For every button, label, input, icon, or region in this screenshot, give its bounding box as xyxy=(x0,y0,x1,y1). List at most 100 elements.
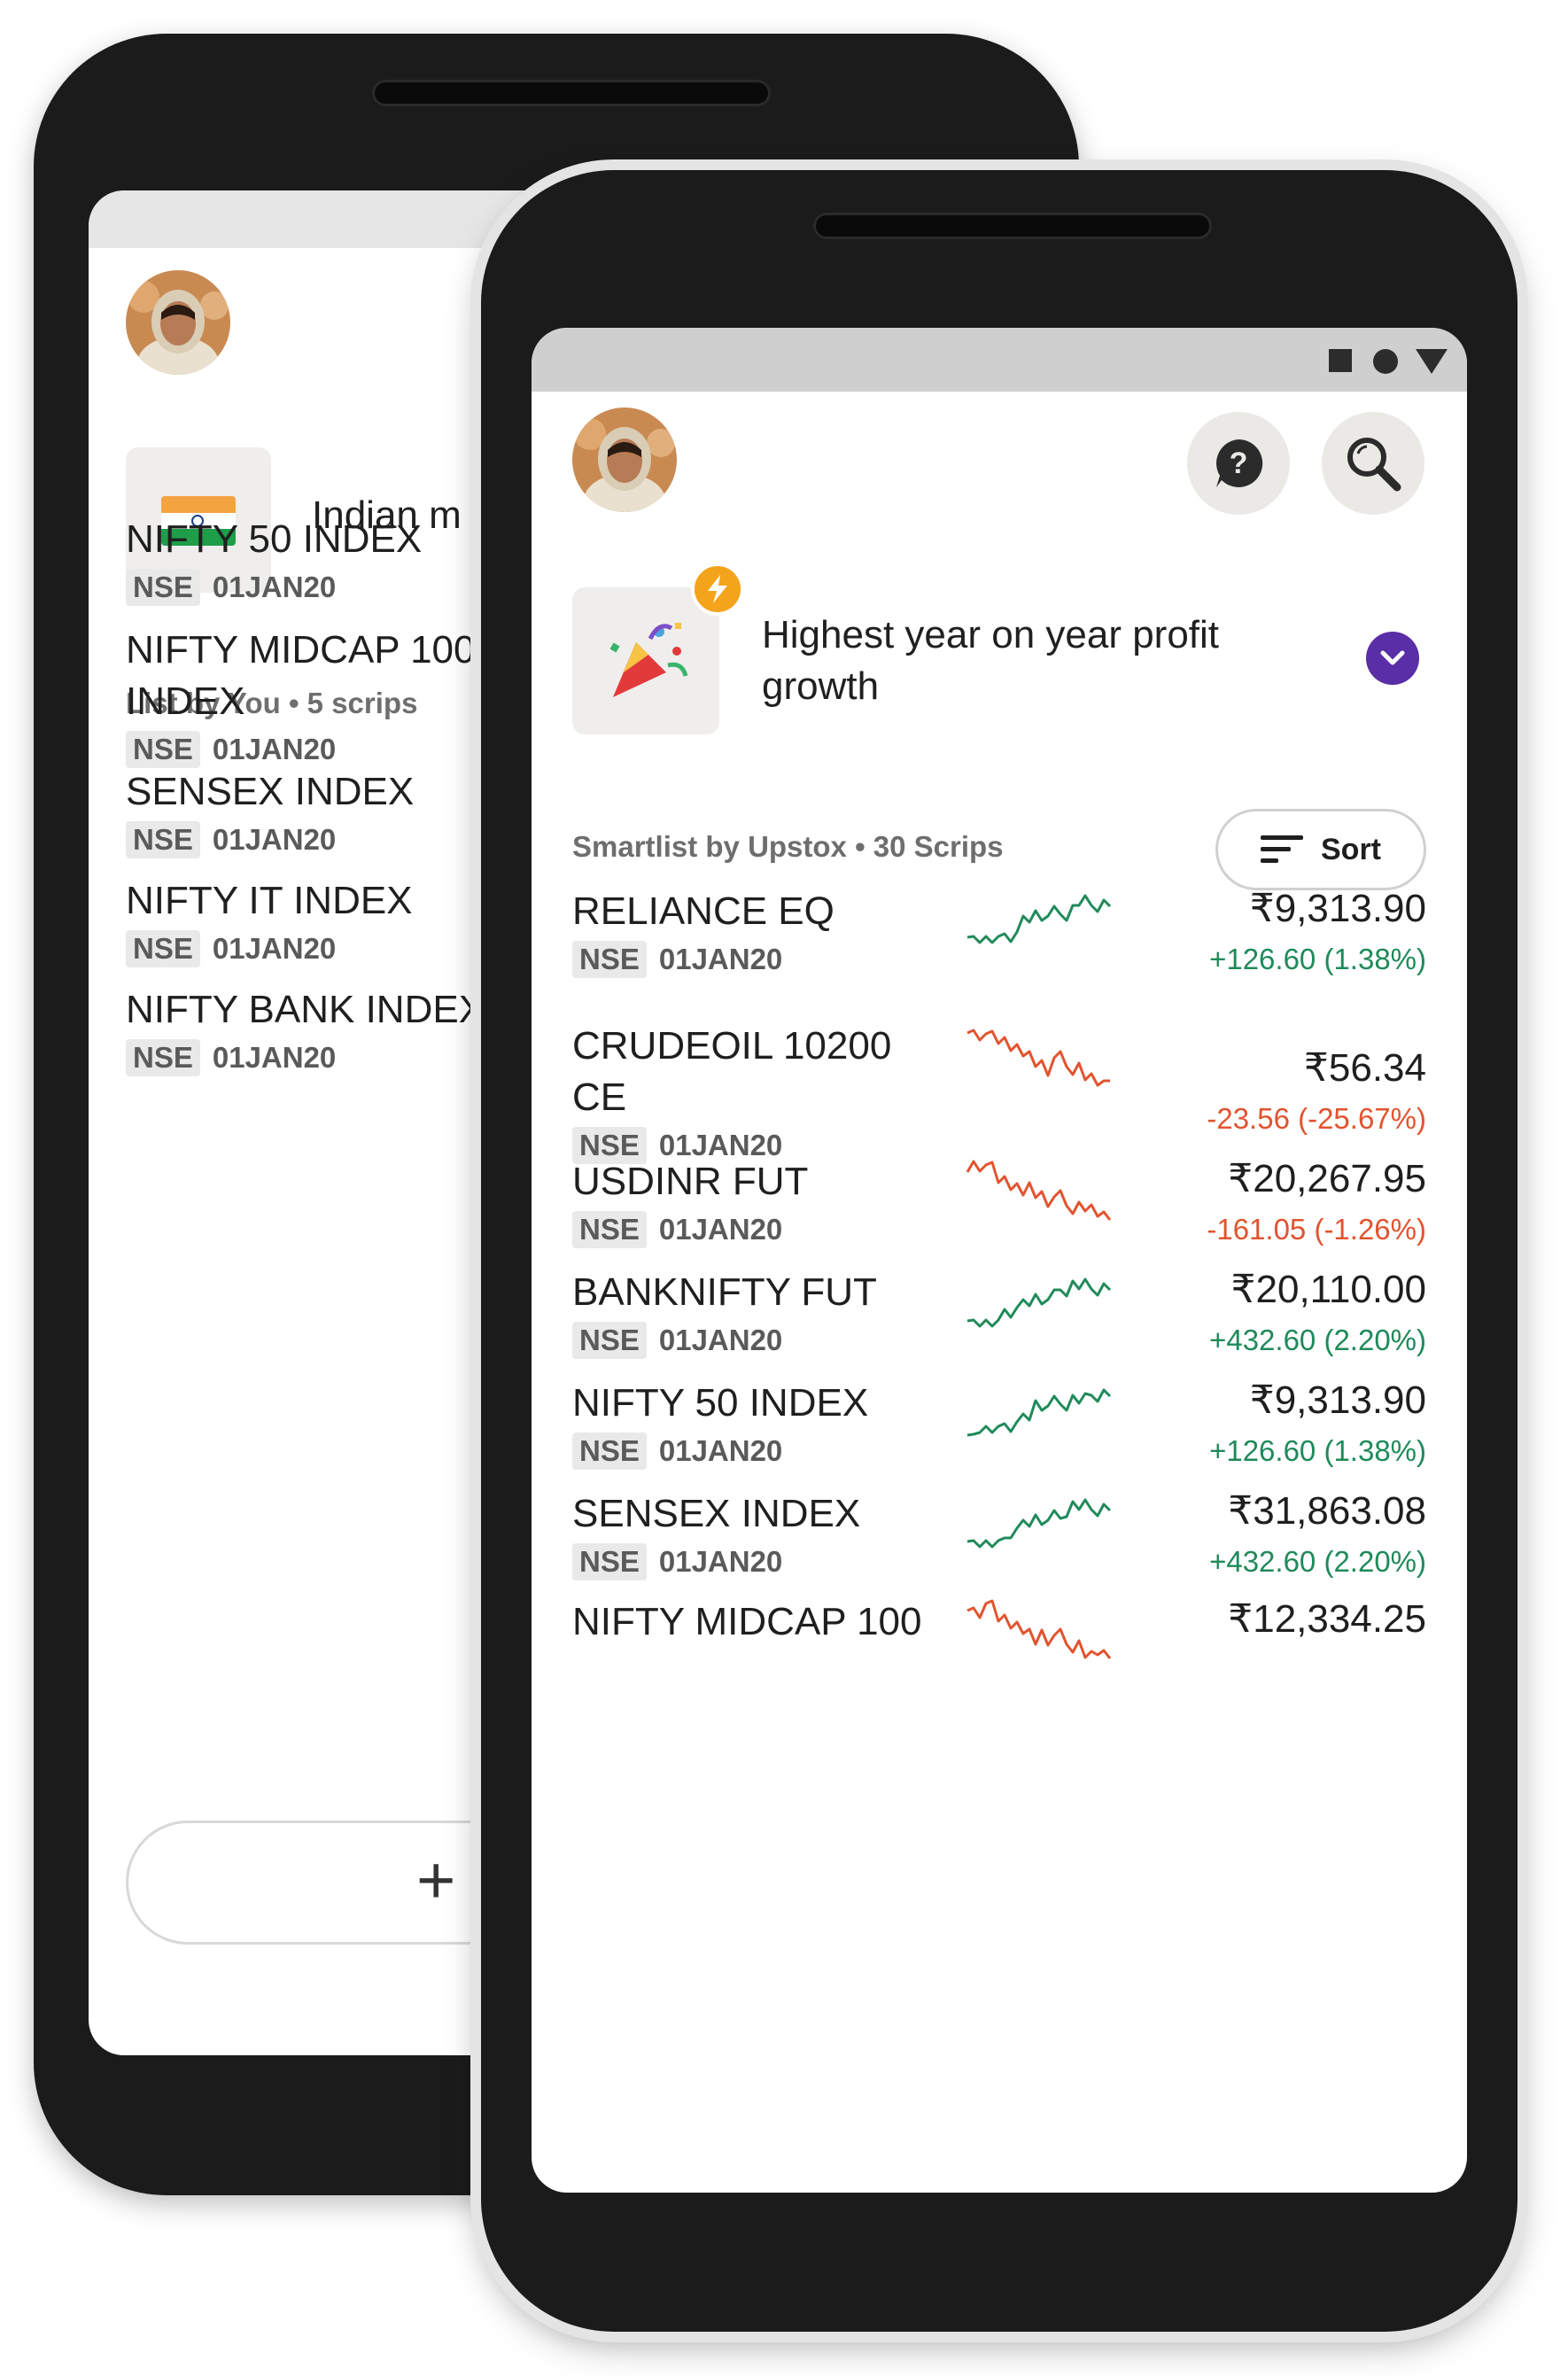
scrip-meta: NSE 01JAN20 xyxy=(572,1322,782,1359)
table-row[interactable]: RELIANCE EQ NSE 01JAN20 ₹9,313.90 +126.60 (1… xyxy=(532,886,1467,1010)
scrip-name: INDEX xyxy=(126,679,245,723)
scrip-meta: NSE 01JAN20 xyxy=(126,1039,336,1076)
lightning-icon xyxy=(691,563,744,616)
sparkline-path xyxy=(966,1388,1112,1437)
price-change: +126.60 (1.38%) xyxy=(1209,1434,1426,1467)
smartlist-label: Smartlist by Upstox • 30 Scrips xyxy=(572,830,1004,863)
exchange-badge: NSE xyxy=(572,1211,647,1248)
exchange-badge: NSE xyxy=(572,1543,647,1580)
price: ₹9,313.90 xyxy=(1249,887,1426,930)
avatar[interactable] xyxy=(572,408,677,512)
front-phone-screen: ? Highest year on year profit growth Sma… xyxy=(532,328,1467,2193)
exchange-badge: NSE xyxy=(126,569,200,606)
scrip-name: CRUDEOIL 10200 xyxy=(572,1024,892,1068)
price: ₹12,334.25 xyxy=(1228,1597,1426,1641)
sort-icon xyxy=(1261,835,1303,863)
home-icon xyxy=(1373,349,1398,374)
scrip-name: BANKNIFTY FUT xyxy=(572,1270,877,1314)
exchange-badge: NSE xyxy=(126,731,200,768)
sparkline-chart xyxy=(966,1160,1112,1221)
expiry-date: 01JAN20 xyxy=(212,932,337,965)
price: ₹31,863.08 xyxy=(1228,1489,1426,1533)
expiry-date: 01JAN20 xyxy=(212,1041,337,1074)
price: ₹9,313.90 xyxy=(1249,1378,1426,1422)
expiry-date: 01JAN20 xyxy=(658,1213,783,1246)
price-change: +432.60 (2.20%) xyxy=(1209,1324,1426,1356)
exchange-badge: NSE xyxy=(572,1322,647,1359)
exchange-badge: NSE xyxy=(126,1039,200,1076)
plus-icon: + xyxy=(416,1843,456,1918)
sparkline-path xyxy=(966,1029,1110,1087)
signal-icon xyxy=(1416,349,1448,374)
exchange-badge: NSE xyxy=(126,930,200,967)
scrip-name: NIFTY 50 INDEX xyxy=(572,1381,869,1425)
scrip-meta: NSE 01JAN20 xyxy=(126,731,336,768)
sparkline-path xyxy=(966,894,1112,944)
exchange-badge: NSE xyxy=(126,821,200,858)
scrip-name: NIFTY MIDCAP 100 xyxy=(126,628,476,672)
scrip-name: USDINR FUT xyxy=(572,1160,809,1203)
scrip-meta: NSE 01JAN20 xyxy=(572,1543,782,1580)
scrip-name: NIFTY IT INDEX xyxy=(126,879,413,922)
recent-apps-icon xyxy=(1329,349,1352,372)
scrip-meta: NSE 01JAN20 xyxy=(572,1211,782,1248)
sparkline-chart xyxy=(966,1277,1112,1328)
help-icon: ? xyxy=(1216,439,1263,487)
search-button[interactable] xyxy=(1322,412,1424,515)
sparkline-chart xyxy=(966,1029,1110,1087)
search-icon xyxy=(1347,438,1401,492)
party-popper-icon xyxy=(609,623,688,697)
scrip-name: NIFTY MIDCAP 100 xyxy=(572,1600,922,1643)
sparkline-path xyxy=(966,1599,1112,1659)
price: ₹20,267.95 xyxy=(1228,1157,1426,1200)
table-row[interactable]: CRUDEOIL 10200 CE NSE 01JAN20 ₹56.34 -23.56 (… xyxy=(532,1021,1467,1164)
scrip-meta: NSE 01JAN20 xyxy=(126,821,336,858)
scrip-meta: NSE 01JAN20 xyxy=(572,1433,782,1470)
scrip-name: NIFTY BANK INDEX xyxy=(126,988,485,1031)
scrip-name: SENSEX INDEX xyxy=(126,770,415,813)
price: ₹56.34 xyxy=(1303,1046,1426,1090)
sparkline-path xyxy=(966,1498,1112,1549)
expiry-date: 01JAN20 xyxy=(658,1545,783,1578)
expiry-date: 01JAN20 xyxy=(212,823,337,856)
scrip-meta: NSE 01JAN20 xyxy=(126,569,336,606)
expiry-date: 01JAN20 xyxy=(658,1324,783,1356)
side-button xyxy=(1519,687,1528,855)
table-row[interactable]: NIFTY MIDCAP 100 ₹12,334.25 xyxy=(532,1596,1467,1720)
sparkline-chart xyxy=(966,1599,1112,1659)
price: ₹20,110.00 xyxy=(1230,1268,1426,1311)
avatar[interactable] xyxy=(126,270,230,375)
price-change: -23.56 (-25.67%) xyxy=(1207,1102,1426,1135)
scrip-name: SENSEX INDEX xyxy=(572,1492,861,1535)
price-change: +126.60 (1.38%) xyxy=(1209,943,1426,975)
expiry-date: 01JAN20 xyxy=(658,943,783,975)
exchange-badge: NSE xyxy=(572,941,647,978)
banner-title: Highest year on year profit growth xyxy=(762,613,1220,708)
scrip-name: RELIANCE EQ xyxy=(572,889,834,933)
sparkline-path xyxy=(966,1277,1112,1328)
scrip-meta: NSE 01JAN20 xyxy=(572,941,782,978)
sparkline-chart xyxy=(966,1498,1112,1549)
back-phone-speaker xyxy=(372,80,771,106)
sparkline-chart xyxy=(966,894,1112,944)
price-change: -161.05 (-1.26%) xyxy=(1207,1213,1426,1246)
scrip-meta: NSE 01JAN20 xyxy=(126,930,336,967)
sparkline-path xyxy=(966,1160,1112,1221)
sort-label: Sort xyxy=(1321,832,1381,866)
expiry-date: 01JAN20 xyxy=(212,733,337,765)
exchange-badge: NSE xyxy=(572,1433,647,1470)
sparkline-chart xyxy=(966,1388,1112,1437)
expiry-date: 01JAN20 xyxy=(212,571,337,603)
expand-banner-button[interactable] xyxy=(1366,632,1419,685)
banner-icon-card[interactable] xyxy=(572,587,719,734)
status-bar xyxy=(532,328,1467,392)
svg-text:?: ? xyxy=(1230,446,1248,480)
front-phone-speaker xyxy=(813,213,1212,239)
expiry-date: 01JAN20 xyxy=(658,1434,783,1467)
price-change: +432.60 (2.20%) xyxy=(1209,1545,1426,1578)
sort-button[interactable]: Sort xyxy=(1215,809,1426,890)
scrip-name: CE xyxy=(572,1075,627,1119)
help-button[interactable]: ? xyxy=(1187,412,1290,515)
scrip-name: NIFTY 50 INDEX xyxy=(126,517,423,561)
chevron-down-icon xyxy=(1380,650,1405,665)
